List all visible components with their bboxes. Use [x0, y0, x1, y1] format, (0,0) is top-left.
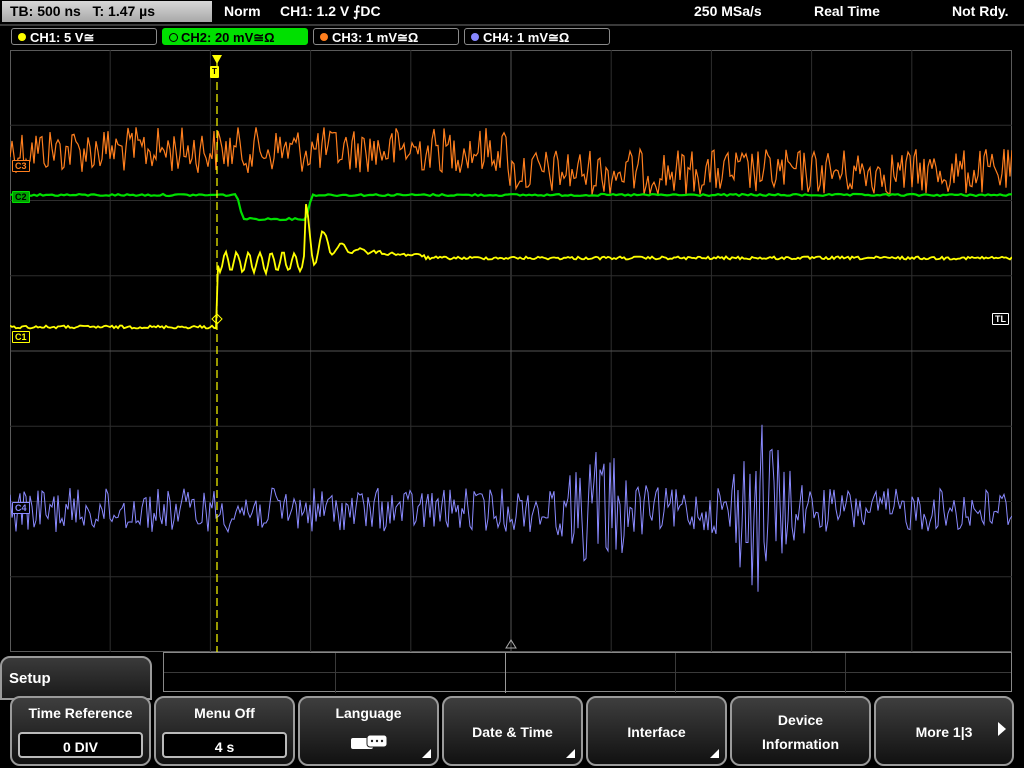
ch4-dot-icon: [471, 33, 479, 41]
channel-label: CH1: 5 V≅: [30, 30, 95, 45]
trigger-level-marker[interactable]: TL: [992, 313, 1009, 325]
ch4-offset-marker[interactable]: C4: [12, 502, 30, 514]
channel-label: CH4: 1 mV≅Ω: [483, 30, 570, 45]
timebase-box[interactable]: TB: 500 ns T: 1.47 µs: [2, 1, 212, 22]
softkey-label: Language: [335, 705, 402, 721]
strip-divider: [845, 653, 846, 693]
ch1-dot-icon: [18, 33, 26, 41]
ch2-offset-marker[interactable]: C2: [12, 191, 30, 203]
channel-tab-ch4[interactable]: CH4: 1 mV≅Ω: [464, 28, 610, 45]
softkey-label-line1: Device: [777, 712, 824, 728]
submenu-arrow-icon: [422, 749, 431, 758]
strip-divider: [164, 672, 1011, 673]
submenu-arrow-icon: [710, 749, 719, 758]
status-divider: [0, 24, 1024, 26]
channel-tab-ch2[interactable]: CH2: 20 mV≅Ω: [162, 28, 308, 45]
next-page-arrow-icon: [998, 722, 1006, 736]
ch1-offset-marker[interactable]: C1: [12, 331, 30, 343]
strip-divider: [675, 653, 676, 693]
ch2-dot-icon: [169, 33, 178, 42]
softkey-label: More 1|3: [915, 724, 973, 740]
ch3-offset-marker[interactable]: C3: [12, 160, 30, 172]
time-reference-value: 0 DIV: [18, 732, 143, 758]
keyboard-icon: [350, 734, 387, 749]
sample-rate: 250 MSa/s: [694, 3, 762, 19]
device-information-button[interactable]: Device Information: [730, 696, 871, 766]
strip-divider: [505, 653, 506, 693]
timebase-value: TB: 500 ns: [10, 3, 81, 19]
more-button[interactable]: More 1|3: [874, 696, 1014, 766]
softkey-label: Menu Off: [194, 705, 255, 721]
channel-tab-ch1[interactable]: CH1: 5 V≅: [11, 28, 157, 45]
trigger-info[interactable]: CH1: 1.2 V ⨍DC: [280, 3, 381, 20]
language-button[interactable]: Language: [298, 696, 439, 766]
interface-button[interactable]: Interface: [586, 696, 727, 766]
softkey-label-line2: Information: [762, 736, 839, 752]
acquisition-mode[interactable]: Norm: [224, 3, 261, 19]
waveform-canvas: [10, 50, 1012, 652]
menu-title: Setup: [0, 656, 152, 700]
softkey-label: Time Reference: [28, 705, 133, 721]
softkey-label: Date & Time: [472, 724, 553, 740]
trigger-marker[interactable]: T: [210, 66, 219, 78]
channel-tab-ch3[interactable]: CH3: 1 mV≅Ω: [313, 28, 459, 45]
realtime-mode: Real Time: [814, 3, 880, 19]
channel-label: CH3: 1 mV≅Ω: [332, 30, 419, 45]
date-time-button[interactable]: Date & Time: [442, 696, 583, 766]
submenu-arrow-icon: [566, 749, 575, 758]
channel-label: CH2: 20 mV≅Ω: [181, 30, 275, 45]
strip-divider: [335, 653, 336, 693]
ch3-dot-icon: [320, 33, 328, 41]
graticule-grid: [10, 50, 1012, 652]
info-strip: [163, 652, 1012, 693]
status-bar: TB: 500 ns T: 1.47 µs Norm CH1: 1.2 V ⨍D…: [0, 0, 1024, 24]
menu-off-button[interactable]: Menu Off 4 s: [154, 696, 295, 766]
time-reference-button[interactable]: Time Reference 0 DIV: [10, 696, 151, 766]
softkey-label: Interface: [627, 724, 686, 740]
trigger-position-icon: [212, 55, 222, 64]
menu-off-value: 4 s: [162, 732, 287, 758]
trigger-state: Not Rdy.: [952, 3, 1009, 19]
trigger-time-value: T: 1.47 µs: [92, 3, 156, 19]
